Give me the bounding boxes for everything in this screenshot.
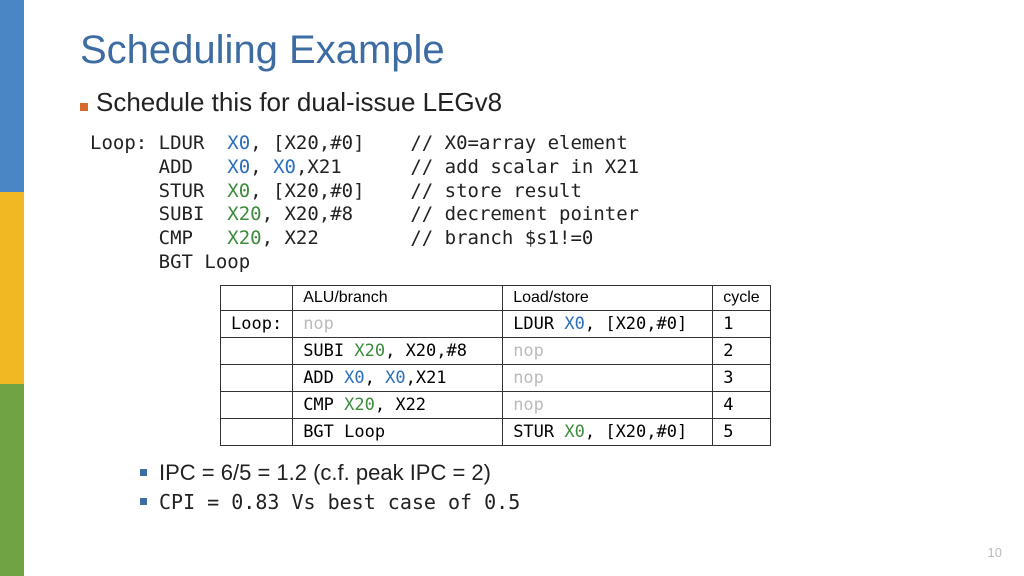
table-row: Loop:nopLDUR X0, [X20,#0]1 (221, 310, 771, 337)
cell-label: Loop: (221, 310, 293, 337)
sidebar-accent (0, 0, 24, 576)
slide-title: Scheduling Example (80, 28, 984, 73)
cell-ls: nop (503, 364, 713, 391)
cell-cycle: 2 (713, 337, 770, 364)
cell-ls: STUR X0, [X20,#0] (503, 418, 713, 445)
cell-cycle: 3 (713, 364, 770, 391)
cell-label (221, 364, 293, 391)
cell-alu: nop (293, 310, 503, 337)
cell-ls: LDUR X0, [X20,#0] (503, 310, 713, 337)
cell-alu: BGT Loop (293, 418, 503, 445)
cell-cycle: 1 (713, 310, 770, 337)
accent-blue (0, 0, 24, 192)
bullet-ipc: IPC = 6/5 = 1.2 (c.f. peak IPC = 2) (140, 460, 984, 486)
th-cycle: cycle (713, 285, 770, 310)
bullet-ipc-text: IPC = 6/5 = 1.2 (c.f. peak IPC = 2) (159, 460, 491, 486)
code-block: Loop: LDUR X0, [X20,#0] // X0=array elem… (90, 132, 984, 275)
accent-yellow (0, 192, 24, 384)
cell-alu: CMP X20, X22 (293, 391, 503, 418)
bullet-square-icon (140, 469, 147, 476)
cell-ls: nop (503, 337, 713, 364)
slide-content: Scheduling Example Schedule this for dua… (24, 0, 1024, 576)
cell-cycle: 5 (713, 418, 770, 445)
cell-label (221, 337, 293, 364)
bullet-icon (80, 103, 88, 111)
th-alu: ALU/branch (293, 285, 503, 310)
cell-label (221, 391, 293, 418)
subtitle-text: Schedule this for dual-issue LEGv8 (96, 87, 502, 118)
schedule-table: ALU/branch Load/store cycle Loop:nopLDUR… (220, 285, 771, 446)
bullet-cpi: CPI = 0.83 Vs best case of 0.5 (140, 490, 984, 514)
table-row: BGT LoopSTUR X0, [X20,#0]5 (221, 418, 771, 445)
th-loadstore: Load/store (503, 285, 713, 310)
table-row: ADD X0, X0,X21nop3 (221, 364, 771, 391)
subtitle-row: Schedule this for dual-issue LEGv8 (80, 87, 984, 118)
th-label (221, 285, 293, 310)
cell-cycle: 4 (713, 391, 770, 418)
bullet-cpi-text: CPI = 0.83 Vs best case of 0.5 (159, 490, 520, 514)
table-row: SUBI X20, X20,#8nop2 (221, 337, 771, 364)
cell-alu: ADD X0, X0,X21 (293, 364, 503, 391)
cell-alu: SUBI X20, X20,#8 (293, 337, 503, 364)
cell-ls: nop (503, 391, 713, 418)
cell-label (221, 418, 293, 445)
page-number: 10 (988, 545, 1002, 560)
table-row: CMP X20, X22nop4 (221, 391, 771, 418)
bullet-square-icon (140, 498, 147, 505)
accent-green (0, 384, 24, 576)
sub-bullets: IPC = 6/5 = 1.2 (c.f. peak IPC = 2) CPI … (140, 460, 984, 514)
table-header-row: ALU/branch Load/store cycle (221, 285, 771, 310)
